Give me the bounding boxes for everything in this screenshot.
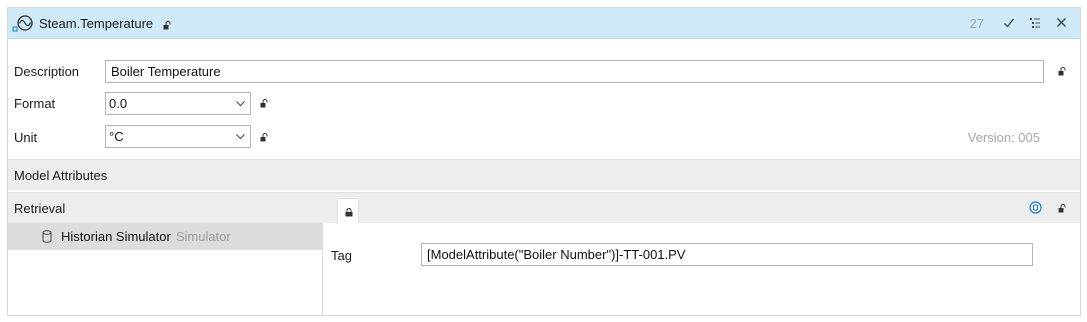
description-field[interactable]: Boiler Temperature xyxy=(105,60,1044,83)
description-label: Description xyxy=(14,64,80,79)
chevron-down-icon xyxy=(236,134,245,140)
source-name: Historian Simulator xyxy=(61,229,171,244)
section-title: Model Attributes xyxy=(14,168,108,183)
retrieval-section[interactable]: Retrieval xyxy=(8,192,1080,223)
model-attributes-section[interactable]: Model Attributes xyxy=(8,159,1080,190)
unit-select[interactable]: °C xyxy=(105,125,251,148)
title-bar: Steam.Temperature 27 xyxy=(8,8,1080,39)
unlock-icon[interactable] xyxy=(1058,204,1067,213)
source-name-wrap: Historian Simulator Simulator xyxy=(61,229,231,244)
checkmark-icon[interactable] xyxy=(1000,14,1018,32)
retrieval-detail: Tag [ModelAttribute("Boiler Number")]-TT… xyxy=(324,223,1080,315)
item-count: 27 xyxy=(969,16,984,31)
tab-lock[interactable] xyxy=(337,198,359,224)
signal-wave-icon xyxy=(12,15,33,32)
unlock-icon[interactable] xyxy=(260,133,269,142)
chevron-down-icon xyxy=(236,101,245,107)
window-title: Steam.Temperature xyxy=(39,16,154,31)
unit-value: °C xyxy=(109,129,124,144)
list-item[interactable]: Historian Simulator Simulator xyxy=(8,223,323,250)
source-list: Historian Simulator Simulator xyxy=(8,223,323,315)
version-label: Version: 005 xyxy=(967,130,1040,145)
connection-icon[interactable] xyxy=(1029,201,1042,214)
lock-icon xyxy=(345,208,353,217)
close-icon[interactable] xyxy=(1052,14,1070,32)
unlock-icon[interactable] xyxy=(260,99,269,108)
tag-field[interactable]: [ModelAttribute("Boiler Number")]-TT-001… xyxy=(421,243,1033,266)
tag-label: Tag xyxy=(331,248,352,263)
unit-label: Unit xyxy=(14,130,38,145)
source-type: Simulator xyxy=(175,229,231,244)
unlock-icon[interactable] xyxy=(1058,67,1067,76)
unlock-icon[interactable] xyxy=(163,21,172,30)
section-title: Retrieval xyxy=(14,201,66,216)
format-label: Format xyxy=(14,96,56,111)
tree-list-icon[interactable] xyxy=(1026,14,1044,32)
format-value: 0.0 xyxy=(109,96,128,111)
database-icon xyxy=(42,230,52,243)
format-select[interactable]: 0.0 xyxy=(105,92,251,115)
tag-editor-panel: Steam.Temperature 27 Description Boiler … xyxy=(7,7,1081,316)
